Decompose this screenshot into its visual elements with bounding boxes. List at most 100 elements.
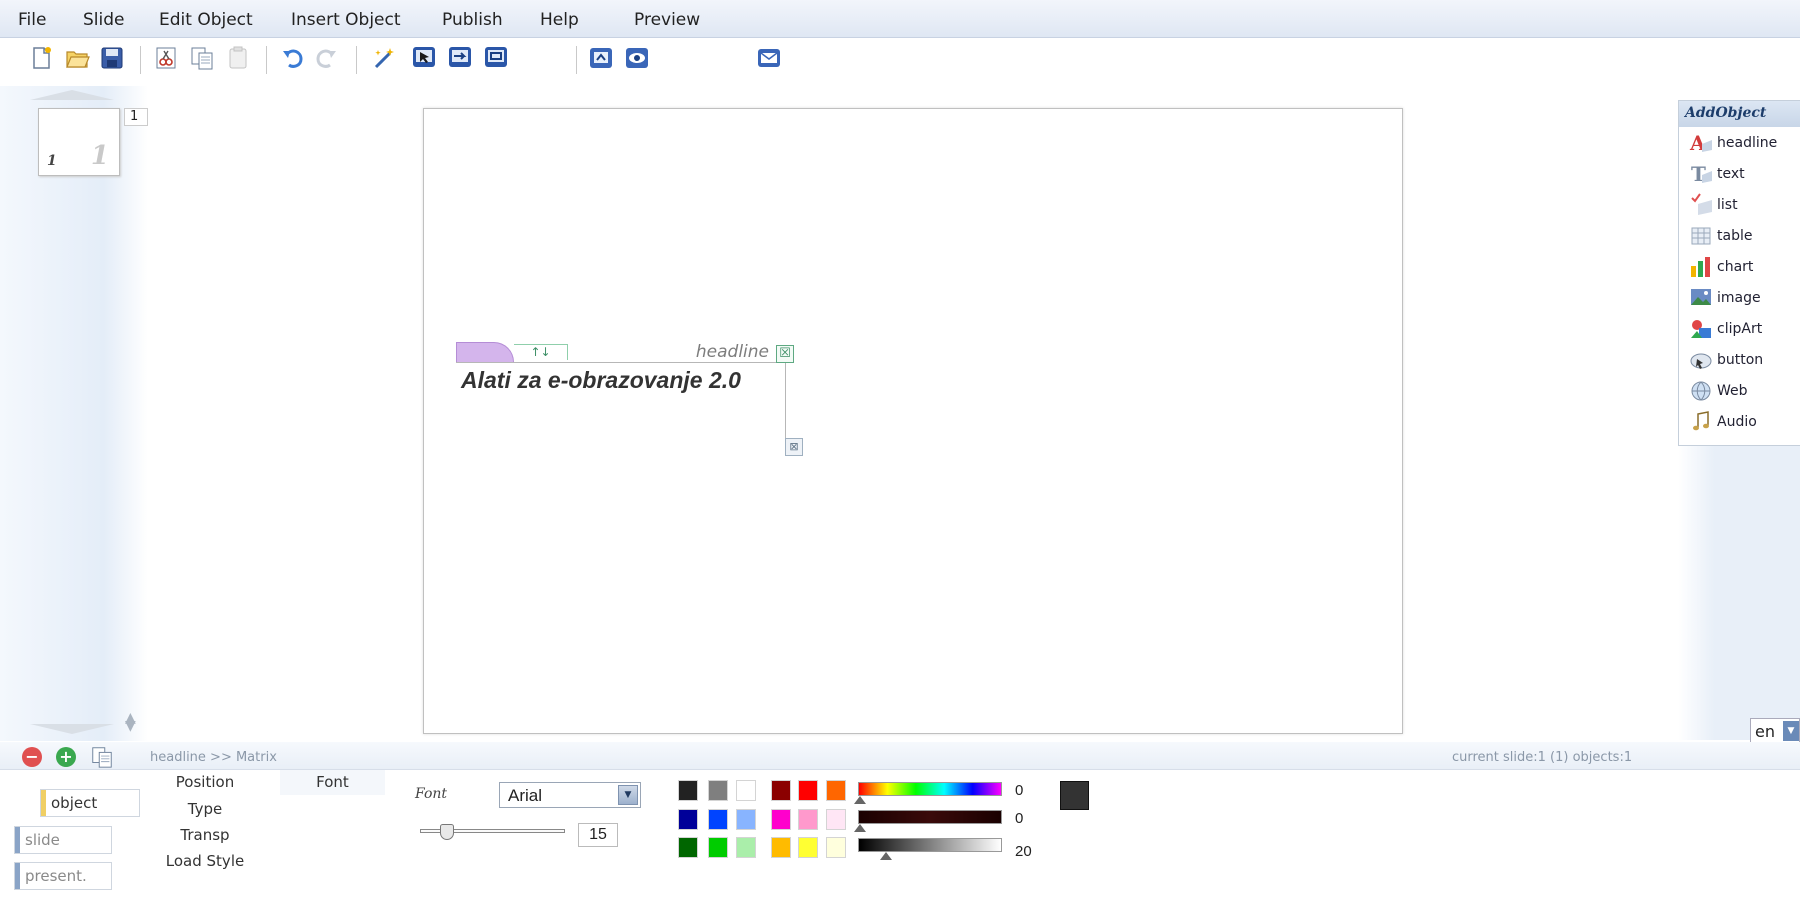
cut-icon[interactable] (152, 44, 180, 72)
saturation-slider[interactable] (858, 810, 1002, 824)
slide-canvas[interactable]: ↑↓ headline ☒ Alati za e-obrazovanje 2.0… (423, 108, 1403, 734)
add-list-button[interactable]: list (1679, 189, 1800, 220)
copy-icon[interactable] (188, 44, 216, 72)
menu-slide[interactable]: Slide (83, 10, 125, 30)
breadcrumb: headline >> Matrix (150, 750, 277, 765)
table-icon (1687, 223, 1715, 249)
menu-edit-object[interactable]: Edit Object (159, 10, 253, 30)
list-icon (1687, 192, 1715, 218)
tab-type[interactable]: Type (150, 797, 260, 822)
color-swatch[interactable] (736, 809, 756, 830)
color-swatch[interactable] (678, 837, 698, 858)
new-file-icon[interactable] (27, 44, 55, 72)
slides-scroll-up-button[interactable] (30, 90, 114, 100)
font-size-slider[interactable] (420, 824, 565, 840)
color-swatch[interactable] (826, 809, 846, 830)
slide-thumbnail[interactable]: 1 1 (38, 108, 120, 176)
add-headline-button[interactable]: A headline (1679, 127, 1800, 158)
status-text: current slide:1 (1) objects:1 (1452, 750, 1633, 765)
add-chart-button[interactable]: chart (1679, 251, 1800, 282)
hue-slider-handle[interactable] (854, 796, 866, 804)
headline-drag-handle[interactable] (456, 342, 514, 362)
color-swatch[interactable] (798, 837, 818, 858)
edit-wand-icon[interactable] (371, 44, 399, 72)
object-mode-button[interactable]: object (40, 789, 140, 817)
add-button-button[interactable]: button (1679, 344, 1800, 375)
add-icon[interactable]: + (56, 747, 76, 767)
redo-icon[interactable] (312, 44, 340, 72)
chevron-down-icon[interactable]: ▼ (618, 785, 638, 805)
slide-thumbnail-watermark: 1 (90, 141, 109, 171)
undo-icon[interactable] (279, 44, 307, 72)
tab-load-style[interactable]: Load Style (150, 849, 260, 874)
tab-position[interactable]: Position (150, 770, 260, 795)
remove-icon[interactable]: − (22, 747, 42, 767)
properties-header: − + headline >> Matrix current slide:1 (… (0, 742, 1800, 770)
add-audio-button[interactable]: Audio (1679, 406, 1800, 437)
color-swatch[interactable] (708, 837, 728, 858)
audio-note-icon (1687, 409, 1715, 435)
frame-object-icon[interactable] (482, 44, 510, 72)
add-image-button[interactable]: image (1679, 282, 1800, 313)
menu-help[interactable]: Help (540, 10, 579, 30)
slide-mode-button[interactable]: slide (14, 826, 112, 854)
add-web-button[interactable]: Web (1679, 375, 1800, 406)
color-swatch[interactable] (826, 780, 846, 801)
email-icon[interactable] (755, 44, 783, 72)
menu-file[interactable]: File (18, 10, 46, 30)
slides-scroll-down-button[interactable] (30, 724, 114, 734)
color-swatch[interactable] (736, 837, 756, 858)
preview-eye-icon[interactable] (623, 44, 651, 72)
add-table-button[interactable]: table (1679, 220, 1800, 251)
color-swatch[interactable] (826, 837, 846, 858)
duplicate-icon[interactable] (90, 745, 114, 769)
tab-transparency[interactable]: Transp (150, 823, 260, 848)
color-swatch[interactable] (798, 809, 818, 830)
open-folder-icon[interactable] (63, 44, 91, 72)
headline-text[interactable]: Alati za e-obrazovanje 2.0 (461, 367, 741, 394)
brightness-slider-handle[interactable] (880, 852, 892, 860)
publish-icon[interactable] (587, 44, 615, 72)
chevron-down-icon[interactable]: ▼ (1783, 721, 1799, 741)
add-object-title: AddObject (1679, 101, 1800, 127)
headline-close-icon[interactable]: ☒ (776, 345, 794, 363)
image-icon (1687, 285, 1715, 311)
font-label: Font (415, 786, 448, 802)
font-size-slider-handle[interactable] (440, 824, 454, 840)
select-object-icon[interactable] (410, 44, 438, 72)
color-swatch[interactable] (771, 780, 791, 801)
slide-number-badge: 1 (124, 108, 148, 126)
text-icon: T (1687, 161, 1715, 187)
hue-slider[interactable] (858, 782, 1002, 796)
tab-font[interactable]: Font (280, 770, 385, 795)
font-size-value[interactable]: 15 (578, 823, 618, 847)
color-swatch[interactable] (678, 809, 698, 830)
headline-resize-icon[interactable]: ⊠ (785, 438, 803, 456)
menu-publish[interactable]: Publish (442, 10, 503, 30)
menu-insert-object[interactable]: Insert Object (291, 10, 401, 30)
right-panel: AddObject A headline T text list table c… (1678, 100, 1800, 740)
add-text-button[interactable]: T text (1679, 158, 1800, 189)
color-swatch[interactable] (678, 780, 698, 801)
saturation-slider-handle[interactable] (854, 824, 866, 832)
menu-preview[interactable]: Preview (634, 10, 700, 30)
paste-icon[interactable] (224, 44, 252, 72)
color-swatch[interactable] (736, 780, 756, 801)
language-select[interactable]: en ▼ (1750, 718, 1800, 744)
move-object-icon[interactable] (446, 44, 474, 72)
resize-arrows-icon[interactable]: ▲ ▼ (125, 711, 136, 733)
selected-color-preview (1060, 781, 1089, 810)
brightness-slider[interactable] (858, 838, 1002, 852)
menu-bar: File Slide Edit Object Insert Object Pub… (0, 0, 1800, 38)
font-family-select[interactable]: Arial ▼ (499, 782, 641, 808)
save-icon[interactable] (98, 44, 126, 72)
color-swatch[interactable] (708, 780, 728, 801)
color-swatch[interactable] (708, 809, 728, 830)
add-clipart-button[interactable]: clipArt (1679, 313, 1800, 344)
color-swatch[interactable] (798, 780, 818, 801)
headline-order-arrows-icon[interactable]: ↑↓ (514, 344, 568, 360)
toolbar (0, 38, 1800, 86)
color-swatch[interactable] (771, 837, 791, 858)
presentation-mode-button[interactable]: present. (14, 862, 112, 890)
color-swatch[interactable] (771, 809, 791, 830)
